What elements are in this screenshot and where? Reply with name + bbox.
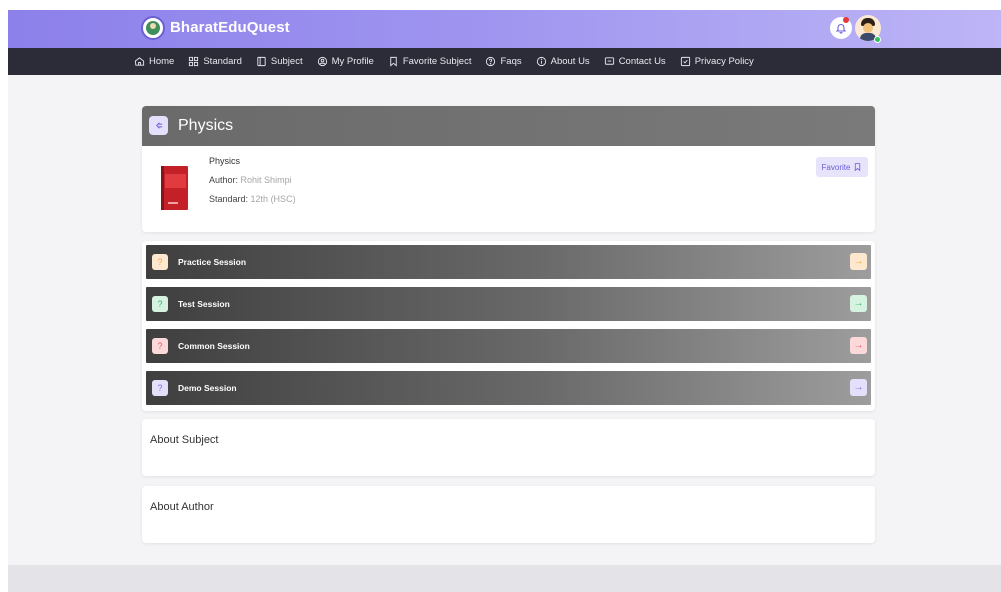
bookmark-icon — [390, 56, 397, 67]
subject-header: Physics — [142, 106, 875, 146]
brand-logo[interactable] — [141, 16, 165, 40]
nav-item-home[interactable]: Home — [134, 56, 174, 67]
question-icon: ? — [152, 338, 168, 354]
chat-icon — [604, 57, 614, 65]
top-bar: BharatEduQuest — [8, 10, 1001, 48]
user-circle-icon — [317, 56, 327, 67]
session-label: Practice Session — [178, 257, 247, 267]
test-session-row[interactable]: ? Test Session → — [146, 287, 871, 321]
subject-title: Physics — [178, 117, 234, 134]
check-square-icon — [680, 56, 690, 67]
app-frame: BharatEduQuest Home Standard Subject My … — [8, 10, 1001, 592]
nav-item-favorite-subject[interactable]: Favorite Subject — [388, 56, 472, 67]
nav-item-standard[interactable]: Standard — [188, 56, 242, 67]
question-icon: ? — [152, 254, 168, 270]
question-circle-icon — [486, 56, 496, 67]
subject-author: Author: Rohit Shimpi — [209, 175, 292, 185]
author-label: Author: — [209, 175, 239, 185]
subject-standard: Standard: 12th (HSC) — [209, 194, 296, 204]
common-session-row[interactable]: ? Common Session → — [146, 329, 871, 363]
online-status-dot — [874, 36, 881, 43]
session-label: Common Session — [178, 341, 250, 351]
main-nav: Home Standard Subject My Profile Favorit… — [134, 48, 768, 75]
subject-name: Physics — [209, 156, 241, 166]
subject-card: Physics Physics Author: Rohit Shimpi Sta… — [142, 106, 875, 232]
arrow-right-icon[interactable]: → — [850, 253, 867, 270]
nav-label-home: Home — [149, 56, 175, 67]
question-icon: ? — [152, 296, 168, 312]
about-author-card: About Author — [142, 486, 875, 543]
back-arrow-icon — [156, 122, 163, 129]
book-open-icon — [257, 56, 266, 67]
favorite-button[interactable]: Favorite — [816, 157, 868, 177]
nav-item-about-us[interactable]: About Us — [536, 56, 590, 67]
practice-session-row[interactable]: ? Practice Session → — [146, 245, 871, 279]
nav-label-privacy-policy: Privacy Policy — [694, 56, 754, 67]
nav-label-favorite-subject: Favorite Subject — [402, 56, 472, 67]
nav-label-subject: Subject — [270, 56, 303, 67]
favorite-label: Favorite — [821, 162, 851, 172]
bookmark-icon — [855, 163, 861, 172]
nav-item-privacy-policy[interactable]: Privacy Policy — [680, 56, 754, 67]
sessions-card: ? Practice Session → ? Test Session → ? … — [142, 241, 875, 411]
nav-label-contact-us: Contact Us — [618, 56, 666, 67]
about-subject-card: About Subject — [142, 419, 875, 476]
grid-icon — [189, 56, 199, 67]
nav-label-standard: Standard — [203, 56, 242, 67]
brand-name[interactable]: BharatEduQuest — [170, 19, 290, 36]
standard-label: Standard: — [209, 194, 249, 204]
home-icon — [134, 57, 145, 66]
standard-value: 12th (HSC) — [250, 194, 296, 204]
about-author-title: About Author — [150, 501, 214, 513]
nav-item-subject[interactable]: Subject — [256, 56, 303, 67]
demo-session-row[interactable]: ? Demo Session → — [146, 371, 871, 405]
back-button[interactable] — [149, 116, 168, 135]
about-subject-title: About Subject — [150, 434, 219, 446]
nav-item-my-profile[interactable]: My Profile — [317, 56, 374, 67]
arrow-right-icon[interactable]: → — [850, 337, 867, 354]
nav-item-contact-us[interactable]: Contact Us — [604, 56, 666, 67]
question-icon: ? — [152, 380, 168, 396]
author-value: Rohit Shimpi — [240, 175, 292, 185]
arrow-right-icon[interactable]: → — [850, 295, 867, 312]
nav-label-about-us: About Us — [550, 56, 590, 67]
notification-dot — [843, 17, 849, 23]
info-circle-icon — [536, 56, 546, 67]
session-label: Test Session — [178, 299, 230, 309]
footer — [8, 565, 1001, 592]
nav-bar: Home Standard Subject My Profile Favorit… — [8, 48, 1001, 75]
session-label: Demo Session — [178, 383, 237, 393]
book-cover-image — [161, 166, 188, 210]
arrow-right-icon[interactable]: → — [850, 379, 867, 396]
nav-label-my-profile: My Profile — [331, 56, 374, 67]
nav-label-faqs: Faqs — [500, 56, 522, 67]
nav-item-faqs[interactable]: Faqs — [485, 56, 522, 67]
